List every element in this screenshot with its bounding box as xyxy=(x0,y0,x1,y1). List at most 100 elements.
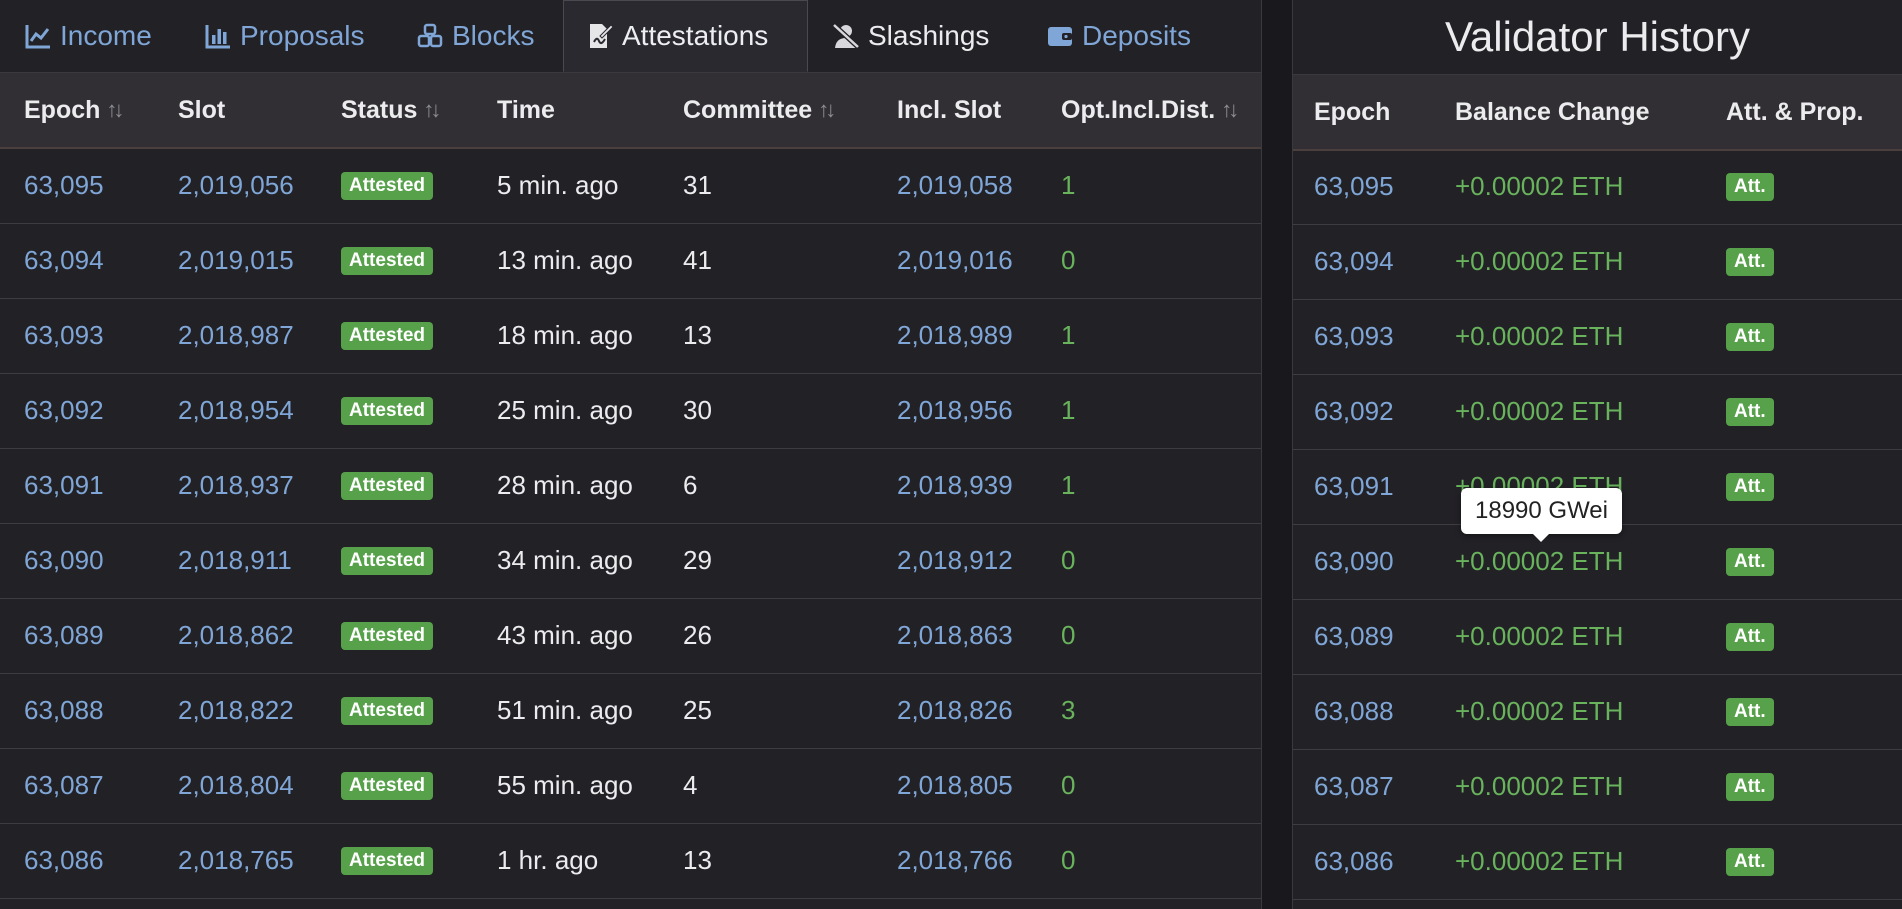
sort-icon[interactable]: ↑↓ xyxy=(423,97,441,123)
slot-link[interactable]: 2,018,765 xyxy=(178,845,294,876)
balance-change[interactable]: +0.00002 ETH xyxy=(1455,621,1623,652)
slot-link[interactable]: 2,019,015 xyxy=(178,245,294,276)
slot-link[interactable]: 2,018,937 xyxy=(178,470,294,501)
incl-slot-link-container: 2,018,805 xyxy=(897,748,1013,823)
status-badge-container: Attested xyxy=(341,523,434,598)
incl-slot-link[interactable]: 2,018,956 xyxy=(897,395,1013,426)
epoch-link[interactable]: 63,092 xyxy=(1314,396,1394,427)
epoch-link[interactable]: 63,091 xyxy=(1314,471,1394,502)
column-header-status[interactable]: Status ↑↓ xyxy=(341,73,441,147)
balance-change[interactable]: +0.00002 ETH xyxy=(1455,246,1623,277)
epoch-link[interactable]: 63,092 xyxy=(24,395,104,426)
incl-slot-link[interactable]: 2,018,939 xyxy=(897,470,1013,501)
validator-history-title: Validator History xyxy=(1293,0,1902,75)
column-header-att-prop: Att. & Prop. xyxy=(1726,97,1864,126)
tab-deposits[interactable]: Deposits xyxy=(1046,0,1191,72)
committee-cell: 31 xyxy=(683,170,712,200)
tab-proposals[interactable]: Proposals xyxy=(204,0,365,72)
incl-slot-link[interactable]: 2,019,016 xyxy=(897,245,1013,276)
epoch-link[interactable]: 63,087 xyxy=(1314,771,1394,802)
balance-change[interactable]: +0.00002 ETH xyxy=(1455,396,1623,427)
epoch-link[interactable]: 63,088 xyxy=(1314,696,1394,727)
balance-change-container: +0.00002 ETH xyxy=(1455,599,1623,674)
incl-slot-link[interactable]: 2,018,766 xyxy=(897,845,1013,876)
time-cell: 28 min. ago xyxy=(497,470,633,500)
epoch-link[interactable]: 63,086 xyxy=(1314,846,1394,877)
epoch-link[interactable]: 63,094 xyxy=(24,245,104,276)
balance-change[interactable]: +0.00002 ETH xyxy=(1455,546,1623,577)
epoch-link[interactable]: 63,095 xyxy=(24,170,104,201)
att-badge: Att. xyxy=(1726,772,1774,801)
epoch-link[interactable]: 63,088 xyxy=(24,695,104,726)
epoch-link[interactable]: 63,091 xyxy=(24,470,104,501)
att-badge-container: Att. xyxy=(1726,299,1774,374)
balance-change-container: +0.00002 ETH xyxy=(1455,674,1623,749)
incl-dist-cell-container: 0 xyxy=(1061,748,1075,823)
column-header-opt-incl-dist[interactable]: Opt.Incl.Dist. ↑↓ xyxy=(1061,73,1239,147)
status-badge: Attested xyxy=(341,246,434,275)
epoch-link-container: 63,092 xyxy=(1314,374,1394,449)
wallet-icon xyxy=(1046,22,1074,50)
column-header-committee[interactable]: Committee ↑↓ xyxy=(683,73,836,147)
epoch-link-container: 63,090 xyxy=(1314,524,1394,599)
sort-icon[interactable]: ↑↓ xyxy=(106,97,124,123)
table-row: 63,088 +0.00002 ETH Att. xyxy=(1293,674,1902,750)
balance-change[interactable]: +0.00002 ETH xyxy=(1455,321,1623,352)
history-table-header: Epoch Balance Change Att. & Prop. xyxy=(1293,75,1902,151)
incl-dist-cell: 0 xyxy=(1061,545,1076,575)
table-row: 63,094 +0.00002 ETH Att. xyxy=(1293,224,1902,300)
epoch-link[interactable]: 63,087 xyxy=(24,770,104,801)
time-cell: 51 min. ago xyxy=(497,695,633,725)
balance-change[interactable]: +0.00002 ETH xyxy=(1455,846,1623,877)
epoch-link[interactable]: 63,090 xyxy=(24,545,104,576)
slot-link[interactable]: 2,018,822 xyxy=(178,695,294,726)
epoch-link[interactable]: 63,086 xyxy=(24,845,104,876)
incl-dist-cell-container: 0 xyxy=(1061,223,1075,298)
slot-link[interactable]: 2,018,804 xyxy=(178,770,294,801)
column-header-epoch[interactable]: Epoch ↑↓ xyxy=(24,73,124,147)
epoch-link-container: 63,091 xyxy=(1314,449,1394,524)
slot-link[interactable]: 2,018,911 xyxy=(178,545,292,576)
slot-link[interactable]: 2,018,987 xyxy=(178,320,294,351)
tab-attestations[interactable]: Attestations xyxy=(563,0,808,72)
incl-slot-link[interactable]: 2,018,826 xyxy=(897,695,1013,726)
epoch-link-container: 63,088 xyxy=(1314,674,1394,749)
tab-label: Slashings xyxy=(868,20,990,51)
tab-label: Blocks xyxy=(452,20,535,51)
epoch-link[interactable]: 63,094 xyxy=(1314,246,1394,277)
slot-link[interactable]: 2,018,862 xyxy=(178,620,294,651)
epoch-link[interactable]: 63,090 xyxy=(1314,546,1394,577)
tab-label: Proposals xyxy=(240,20,365,51)
tab-slashings[interactable]: Slashings xyxy=(832,0,989,72)
epoch-link[interactable]: 63,093 xyxy=(24,320,104,351)
incl-slot-link-container: 2,018,989 xyxy=(897,298,1013,373)
tab-blocks[interactable]: Blocks xyxy=(416,0,534,72)
sort-icon[interactable]: ↑↓ xyxy=(818,97,836,123)
balance-change[interactable]: +0.00002 ETH xyxy=(1455,171,1623,202)
time-cell: 18 min. ago xyxy=(497,320,633,350)
slot-link-container: 2,019,015 xyxy=(178,223,294,298)
epoch-link[interactable]: 63,095 xyxy=(1314,171,1394,202)
slot-link[interactable]: 2,019,056 xyxy=(178,170,294,201)
balance-change[interactable]: +0.00002 ETH xyxy=(1455,696,1623,727)
tab-income[interactable]: Income xyxy=(24,0,152,72)
column-header-slot: Slot xyxy=(178,95,226,124)
epoch-link[interactable]: 63,089 xyxy=(24,620,104,651)
incl-slot-link[interactable]: 2,018,912 xyxy=(897,545,1013,576)
sort-icon[interactable]: ↑↓ xyxy=(1221,97,1239,123)
status-badge-container: Attested xyxy=(341,673,434,748)
epoch-link[interactable]: 63,089 xyxy=(1314,621,1394,652)
incl-slot-link[interactable]: 2,018,805 xyxy=(897,770,1013,801)
incl-slot-link-container: 2,018,766 xyxy=(897,823,1013,898)
incl-slot-link[interactable]: 2,019,058 xyxy=(897,170,1013,201)
slot-link-container: 2,018,911 xyxy=(178,523,292,598)
balance-change-container: +0.00002 ETH xyxy=(1455,824,1623,899)
incl-slot-link[interactable]: 2,018,863 xyxy=(897,620,1013,651)
incl-dist-cell-container: 0 xyxy=(1061,598,1075,673)
slot-link[interactable]: 2,018,954 xyxy=(178,395,294,426)
balance-change[interactable]: +0.00002 ETH xyxy=(1455,771,1623,802)
att-badge-container: Att. xyxy=(1726,374,1774,449)
status-badge-container: Attested xyxy=(341,823,434,898)
epoch-link[interactable]: 63,093 xyxy=(1314,321,1394,352)
incl-slot-link[interactable]: 2,018,989 xyxy=(897,320,1013,351)
